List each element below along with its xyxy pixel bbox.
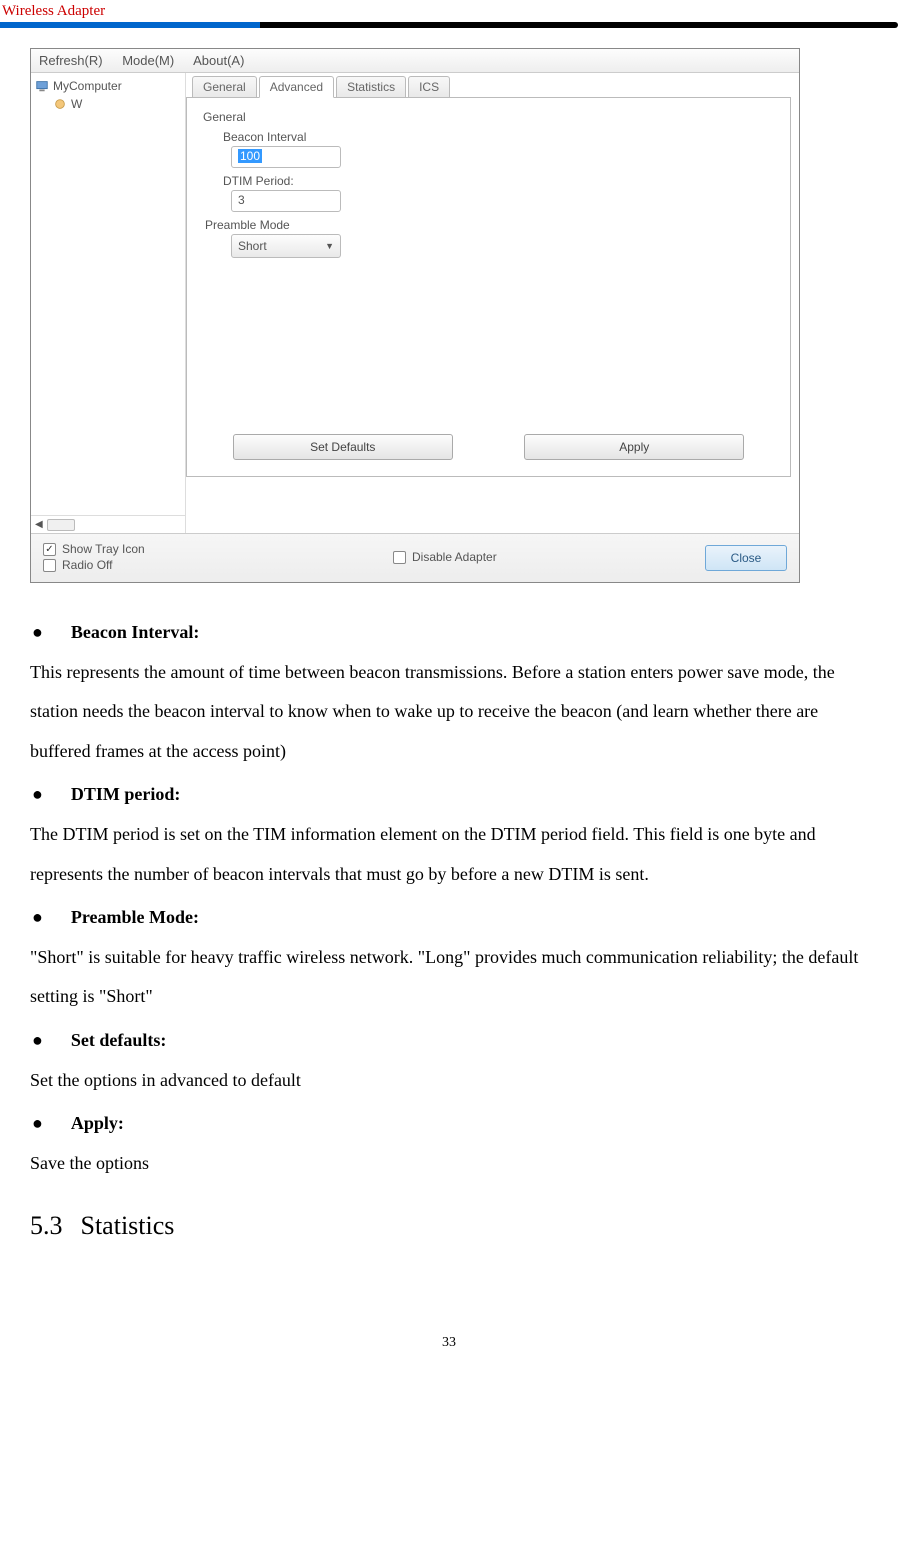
tree-scrollbar[interactable]: ◀ [31, 515, 185, 533]
bullet-icon: ● [32, 898, 43, 938]
tab-strip: General Advanced Statistics ICS [192, 75, 791, 97]
bottom-bar: ✓ Show Tray Icon Radio Off Disable Adapt… [31, 533, 799, 582]
header-divider [0, 22, 898, 28]
dtim-period-heading: DTIM period: [71, 775, 181, 815]
section-number: 5.3 [30, 1211, 63, 1240]
section-title: Statistics [81, 1211, 175, 1240]
tree-sub-label: W [71, 97, 82, 111]
apply-paragraph: Save the options [30, 1144, 868, 1184]
section-heading: 5.3 Statistics [30, 1197, 868, 1254]
beacon-interval-input[interactable]: 100 [231, 146, 341, 168]
bullet-icon: ● [32, 775, 43, 815]
close-button[interactable]: Close [705, 545, 787, 571]
dtim-period-paragraph: The DTIM period is set on the TIM inform… [30, 815, 868, 894]
checkbox-checked-icon: ✓ [43, 543, 56, 556]
beacon-interval-paragraph: This represents the amount of time betwe… [30, 653, 868, 772]
tree-root[interactable]: MyComputer [35, 79, 181, 93]
tab-advanced[interactable]: Advanced [259, 76, 334, 98]
chevron-down-icon: ▼ [325, 241, 334, 251]
menu-mode[interactable]: Mode(M) [122, 53, 174, 68]
menu-refresh[interactable]: Refresh(R) [39, 53, 103, 68]
show-tray-icon-label: Show Tray Icon [62, 542, 145, 556]
dtim-period-input[interactable]: 3 [231, 190, 341, 212]
page-header-title: Wireless Adapter [0, 3, 105, 20]
set-defaults-paragraph: Set the options in advanced to default [30, 1061, 868, 1101]
app-window: Refresh(R) Mode(M) About(A) MyComputer W [30, 48, 800, 583]
advanced-panel: General Beacon Interval 100 DTIM Period:… [186, 97, 791, 477]
menu-about[interactable]: About(A) [193, 53, 244, 68]
tab-ics[interactable]: ICS [408, 76, 450, 98]
panel-section-label: General [203, 110, 774, 124]
bullet-icon: ● [32, 613, 43, 653]
dtim-period-label: DTIM Period: [223, 174, 774, 188]
computer-icon [35, 79, 49, 93]
radio-off-checkbox[interactable]: Radio Off [43, 558, 145, 572]
disable-adapter-checkbox[interactable]: Disable Adapter [393, 550, 497, 564]
bullet-icon: ● [32, 1021, 43, 1061]
checkbox-unchecked-icon [393, 551, 406, 564]
tree-sub[interactable]: W [53, 97, 181, 111]
preamble-mode-label: Preamble Mode [205, 218, 774, 232]
show-tray-icon-checkbox[interactable]: ✓ Show Tray Icon [43, 542, 145, 556]
beacon-interval-heading: Beacon Interval: [71, 613, 199, 653]
checkbox-unchecked-icon [43, 559, 56, 572]
preamble-mode-value: Short [238, 239, 267, 253]
preamble-mode-select[interactable]: Short ▼ [231, 234, 341, 258]
radio-off-label: Radio Off [62, 558, 112, 572]
preamble-mode-heading: Preamble Mode: [71, 898, 199, 938]
tab-statistics[interactable]: Statistics [336, 76, 406, 98]
set-defaults-button[interactable]: Set Defaults [233, 434, 453, 460]
tree-root-label: MyComputer [53, 79, 122, 93]
set-defaults-heading: Set defaults: [71, 1021, 167, 1061]
page-number: 33 [0, 1335, 898, 1371]
side-tree: MyComputer W ◀ [31, 73, 186, 533]
preamble-mode-paragraph: "Short" is suitable for heavy traffic wi… [30, 938, 868, 1017]
disable-adapter-label: Disable Adapter [412, 550, 497, 564]
beacon-interval-label: Beacon Interval [223, 130, 774, 144]
bullet-icon: ● [32, 1104, 43, 1144]
menu-bar: Refresh(R) Mode(M) About(A) [31, 49, 799, 73]
document-body: ● Beacon Interval: This represents the a… [30, 613, 868, 1255]
apply-heading: Apply: [71, 1104, 124, 1144]
adapter-icon [53, 97, 67, 111]
apply-button[interactable]: Apply [524, 434, 744, 460]
tab-general[interactable]: General [192, 76, 257, 98]
